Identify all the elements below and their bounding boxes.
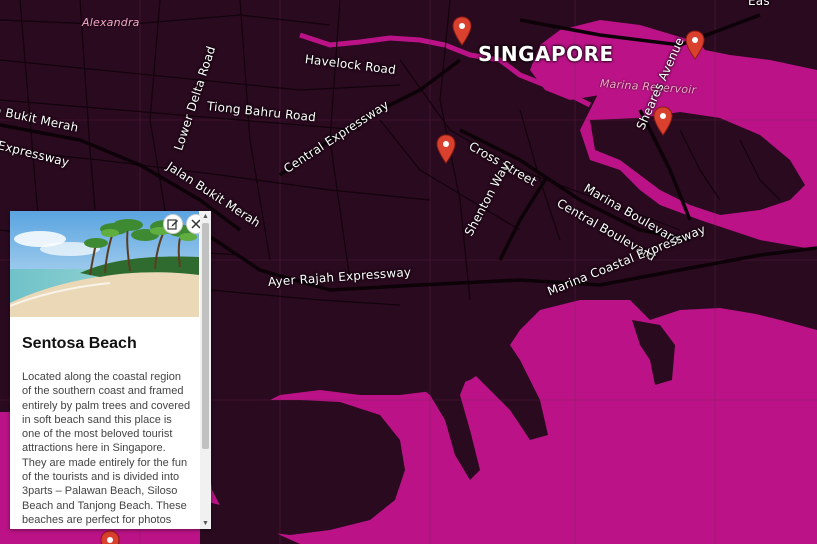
popup-description: Located along the coastal region of the … <box>22 371 191 529</box>
map-marker-icon <box>100 530 120 544</box>
map-label-alexandra: Alexandra <box>82 16 140 29</box>
edit-button[interactable] <box>163 214 183 234</box>
scroll-up-icon[interactable]: ▲ <box>200 211 211 222</box>
place-info-popup: Sentosa Beach Located along the coastal … <box>10 211 211 529</box>
map-canvas[interactable]: Alexandra Havelock Road Lower Delta Road… <box>0 0 817 544</box>
map-label-east-corner: Eas <box>748 0 770 8</box>
map-pin-marina-bay-sands[interactable] <box>653 106 673 136</box>
map-pin-sentosa-beach[interactable] <box>100 530 120 544</box>
map-marker-icon <box>436 134 456 164</box>
popup-title: Sentosa Beach <box>22 335 137 352</box>
scroll-down-icon[interactable]: ▼ <box>200 518 211 529</box>
map-marker-icon <box>653 106 673 136</box>
map-marker-icon <box>452 16 472 46</box>
popup-content[interactable]: Sentosa Beach Located along the coastal … <box>10 211 200 529</box>
map-pin-chinatown[interactable] <box>436 134 456 164</box>
map-pin-marina-bay-east[interactable] <box>685 30 705 60</box>
map-pin-singapore-river[interactable] <box>452 16 472 46</box>
map-marker-icon <box>685 30 705 60</box>
popup-scrollbar[interactable]: ▲ ▼ <box>200 211 211 529</box>
scroll-thumb[interactable] <box>202 223 209 449</box>
map-label-singapore: SINGAPORE <box>478 42 614 66</box>
pier-area <box>632 320 675 385</box>
edit-icon <box>167 219 178 230</box>
